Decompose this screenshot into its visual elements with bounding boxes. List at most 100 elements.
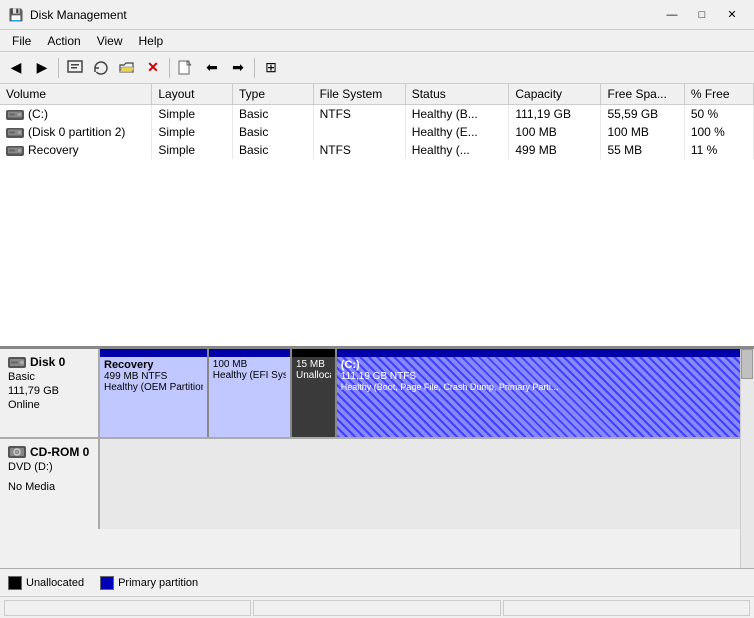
legend-primary-label: Primary partition xyxy=(118,577,198,589)
partition-recovery-name: Recovery xyxy=(104,359,203,371)
menu-help[interactable]: Help xyxy=(131,32,172,50)
volume-table-area[interactable]: Volume Layout Type File System Status Ca… xyxy=(0,84,754,348)
table-header-row: Volume Layout Type File System Status Ca… xyxy=(0,84,754,105)
cell-status: Healthy (... xyxy=(405,141,509,159)
cdrom-label: CD-ROM 0 DVD (D:) No Media xyxy=(0,439,100,529)
menu-bar: File Action View Help xyxy=(0,30,754,52)
toolbar-forward[interactable]: ▶ xyxy=(30,56,54,80)
table-row[interactable]: (Disk 0 partition 2)SimpleBasic Healthy (… xyxy=(0,123,754,141)
col-status[interactable]: Status xyxy=(405,84,509,105)
table-row[interactable]: (C:)SimpleBasicNTFSHealthy (B...111,19 G… xyxy=(0,105,754,124)
toolbar-sep-2 xyxy=(169,58,170,78)
menu-file[interactable]: File xyxy=(4,32,39,50)
status-bar xyxy=(0,596,754,618)
status-segment-3 xyxy=(503,600,750,616)
cell-capacity: 499 MB xyxy=(509,141,601,159)
window-controls: — □ ✕ xyxy=(658,5,746,25)
cell-layout: Simple xyxy=(152,123,233,141)
cell-type: Basic xyxy=(232,141,313,159)
cell-filesystem: NTFS xyxy=(313,141,405,159)
toolbar-back[interactable]: ◀ xyxy=(4,56,28,80)
partition-unalloc-header xyxy=(292,349,335,357)
col-volume[interactable]: Volume xyxy=(0,84,152,105)
cell-type: Basic xyxy=(232,123,313,141)
col-filesystem[interactable]: File System xyxy=(313,84,405,105)
legend-bar: Unallocated Primary partition xyxy=(0,568,754,596)
cell-freespace: 55 MB xyxy=(601,141,684,159)
partition-efi[interactable]: 100 MB Healthy (EFI Syster xyxy=(209,349,292,437)
status-segment-2 xyxy=(253,600,500,616)
disk-0-size: 111,79 GB xyxy=(8,385,90,397)
partition-bar: Recovery 499 MB NTFS Healthy (OEM Partit… xyxy=(100,349,740,437)
disk-0-label: Disk 0 Basic 111,79 GB Online xyxy=(0,349,100,437)
title-bar: 💾 Disk Management — □ ✕ xyxy=(0,0,754,30)
toolbar-open[interactable] xyxy=(115,56,139,80)
cdrom-spacer xyxy=(8,475,90,479)
legend-primary-box xyxy=(100,576,114,590)
cell-filesystem xyxy=(313,123,405,141)
app-icon: 💾 xyxy=(8,7,24,23)
cell-volume: (Disk 0 partition 2) xyxy=(0,123,152,141)
col-pctfree[interactable]: % Free xyxy=(684,84,753,105)
close-button[interactable]: ✕ xyxy=(718,5,746,25)
drive-icon xyxy=(6,127,24,139)
col-layout[interactable]: Layout xyxy=(152,84,233,105)
cell-filesystem: NTFS xyxy=(313,105,405,124)
partition-unalloc-status: Unallocati xyxy=(296,370,331,381)
menu-view[interactable]: View xyxy=(89,32,131,50)
cell-capacity: 111,19 GB xyxy=(509,105,601,124)
disk-0-row: Disk 0 Basic 111,79 GB Online Recovery 4… xyxy=(0,349,740,439)
volume-table: Volume Layout Type File System Status Ca… xyxy=(0,84,754,159)
maximize-button[interactable]: □ xyxy=(688,5,716,25)
scrollbar-thumb[interactable] xyxy=(741,349,753,379)
cdrom-icon xyxy=(8,445,26,459)
disk-0-status: Online xyxy=(8,399,90,411)
main-container: Volume Layout Type File System Status Ca… xyxy=(0,84,754,596)
partition-unallocated[interactable]: 15 MB Unallocati xyxy=(292,349,337,437)
col-freespace[interactable]: Free Spa... xyxy=(601,84,684,105)
toolbar-arrow-left[interactable]: ⬅ xyxy=(200,56,224,80)
cell-freespace: 55,59 GB xyxy=(601,105,684,124)
cell-volume: (C:) xyxy=(0,105,152,124)
table-row[interactable]: RecoverySimpleBasicNTFSHealthy (...499 M… xyxy=(0,141,754,159)
cell-layout: Simple xyxy=(152,141,233,159)
partition-recovery[interactable]: Recovery 499 MB NTFS Healthy (OEM Partit… xyxy=(100,349,209,437)
toolbar: ◀ ▶ ✕ ⬅ ➡ ⊞ xyxy=(0,52,754,84)
legend-primary: Primary partition xyxy=(100,576,198,590)
partition-recovery-size: 499 MB NTFS xyxy=(104,371,203,382)
minimize-button[interactable]: — xyxy=(658,5,686,25)
partition-c-status: Healthy (Boot, Page File, Crash Dump, Pr… xyxy=(341,382,736,392)
drive-icon xyxy=(6,109,24,121)
legend-unallocated: Unallocated xyxy=(8,576,84,590)
menu-action[interactable]: Action xyxy=(39,32,88,50)
cdrom-row: CD-ROM 0 DVD (D:) No Media xyxy=(0,439,740,529)
partition-recovery-header xyxy=(100,349,207,357)
toolbar-properties[interactable] xyxy=(63,56,87,80)
disk-area[interactable]: Disk 0 Basic 111,79 GB Online Recovery 4… xyxy=(0,348,754,568)
partition-unalloc-size: 15 MB xyxy=(296,359,331,370)
status-segment-1 xyxy=(4,600,251,616)
disk-area-scrollbar[interactable] xyxy=(740,349,754,568)
cdrom-status: No Media xyxy=(8,481,90,493)
disk-0-partitions: Recovery 499 MB NTFS Healthy (OEM Partit… xyxy=(100,349,740,437)
partition-c[interactable]: (C:) 111,19 GB NTFS Healthy (Boot, Page … xyxy=(337,349,740,437)
toolbar-delete[interactable]: ✕ xyxy=(141,56,165,80)
cdrom-type: DVD (D:) xyxy=(8,461,90,473)
cell-volume: Recovery xyxy=(0,141,152,159)
cell-status: Healthy (E... xyxy=(405,123,509,141)
toolbar-new[interactable] xyxy=(174,56,198,80)
toolbar-view[interactable]: ⊞ xyxy=(259,56,283,80)
partition-efi-header xyxy=(209,349,290,357)
col-type[interactable]: Type xyxy=(232,84,313,105)
cell-capacity: 100 MB xyxy=(509,123,601,141)
cell-freespace: 100 MB xyxy=(601,123,684,141)
partition-efi-status: Healthy (EFI Syster xyxy=(213,370,286,381)
disk-0-name: Disk 0 xyxy=(8,355,90,369)
toolbar-sep-1 xyxy=(58,58,59,78)
toolbar-refresh[interactable] xyxy=(89,56,113,80)
col-capacity[interactable]: Capacity xyxy=(509,84,601,105)
toolbar-arrow-right[interactable]: ➡ xyxy=(226,56,250,80)
legend-unallocated-label: Unallocated xyxy=(26,577,84,589)
disk-hdd-icon xyxy=(8,356,26,369)
drive-icon xyxy=(6,145,24,157)
